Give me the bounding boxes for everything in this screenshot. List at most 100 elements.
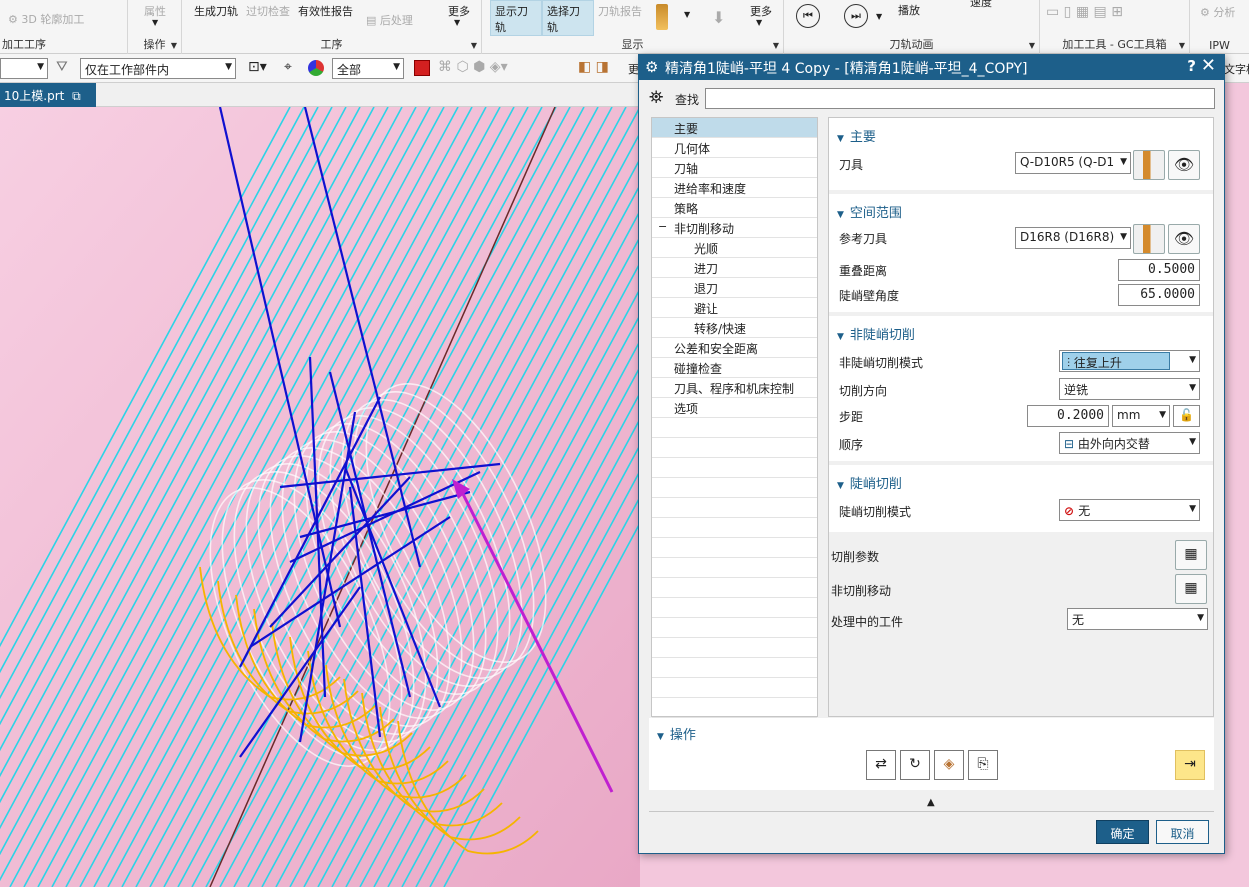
steep-header[interactable]: ▼ 陡峭切削 [837,473,902,492]
tree-item[interactable]: 转移/快速 [652,318,817,338]
verify-icon[interactable]: ◈ [934,750,964,780]
cube-icon[interactable]: ◧ ◨ [578,59,609,75]
tree-item[interactable]: 进给率和速度 [652,178,817,198]
replay-icon[interactable]: ↻ [900,750,930,780]
nonsteep-header[interactable]: ▼ 非陡峭切削 [837,324,915,343]
select-toolpath-button[interactable]: 选择刀轨 [542,0,594,36]
tree-item[interactable]: 刀轴 [652,158,817,178]
ribbon-group-operation-tools: 生成刀轨 过切检查 有效性报告 ▤ 后处理 更多 ▼ 工序 ▼ [182,0,482,54]
cancel-button[interactable]: 取消 [1156,820,1209,844]
sequence-select[interactable]: ⊟ 由外向内交替 ▼ [1059,432,1200,454]
overlap-input[interactable]: 0.5000 [1118,259,1200,281]
cut-direction-select[interactable]: 逆铣 ▼ [1059,378,1200,400]
gc-tool-icon[interactable]: ▭ ▯ ▦ ▤ ⊞ [1046,4,1123,20]
tree-item[interactable]: 刀具、程序和机床控制 [652,378,817,398]
step-forward-icon[interactable]: ⏭ [844,4,868,28]
navigation-tree: 主要 几何体 刀轴 进给率和速度 策略 非切削移动 − 光顺 进刀 退刀 避让 转移/快速 公差和安全距… [651,117,818,718]
tool-select[interactable]: Q-D10R5 (Q-D1 ▼ [1015,152,1131,174]
tree-item[interactable]: 退刀 [652,278,817,298]
step-back-icon[interactable]: ⏮ [796,4,820,28]
play-button[interactable]: 播放 [898,2,920,18]
selection-filter-select[interactable]: ▼ [0,58,48,79]
generate-toolpath-button[interactable]: 生成刀轨 [194,3,238,19]
nonsteep-mode-select[interactable]: ⫶ 往复上升 ▼ [1059,350,1200,372]
postprocess-button[interactable]: ▤ 后处理 [366,12,413,28]
tree-empty-row [652,638,817,658]
help-icon[interactable]: ? [1187,57,1196,75]
snap-icon[interactable]: ⊡▾ [248,59,267,75]
ribbon-group-gc-toolbox: ▭ ▯ ▦ ▤ ⊞ 加工工具 - GC工具箱 ▼ [1040,0,1190,54]
tree-item[interactable]: 避让 [652,298,817,318]
tree-empty-row [652,438,817,458]
filter-icon[interactable]: ⛛ [56,59,68,75]
show-ref-tool-icon[interactable]: 👁 [1168,224,1200,254]
scope-filter-select[interactable]: 仅在工作部件内 ▼ [80,58,236,79]
type-filter-select[interactable]: 全部 ▼ [332,58,404,79]
list-icon[interactable]: ⎘ [968,750,998,780]
group-expand-icon[interactable]: ▼ [1029,41,1035,50]
ref-tool-select[interactable]: D16R8 (D16R8) ▼ [1015,227,1131,249]
tree-item[interactable]: 光顺 [652,238,817,258]
tree-item[interactable]: 非切削移动 − [652,218,817,238]
more-button[interactable]: 更多 [448,3,470,19]
tree-item[interactable]: 策略 [652,198,817,218]
stepover-unit-select[interactable]: mm ▼ [1112,405,1170,427]
validity-report-button[interactable]: 有效性报告 [298,3,353,19]
generate-icon[interactable]: ⇄ [866,750,896,780]
collapse-icon[interactable]: ▲ [927,797,935,808]
contour-3d-button[interactable]: ⚙ 3D 轮廓加工 [8,11,84,27]
cut-params-icon[interactable]: ▦ [1175,540,1207,570]
graphics-viewport[interactable] [0,107,640,887]
tab-popout-icon[interactable]: ⧉ [72,89,81,103]
document-tab[interactable]: 10上模.prt ⧉ ✕ [0,83,96,118]
steep-angle-input[interactable]: 65.0000 [1118,284,1200,306]
properties-dropdown-icon[interactable]: ▼ [152,18,158,27]
snap-tools-icon[interactable]: ⌘ ⬡ ⬢ ◈▾ [438,59,508,75]
main-section-header[interactable]: ▼ 主要 [837,126,876,145]
analysis-button[interactable]: ⚙ 分析 [1200,4,1235,20]
color-wheel-icon[interactable] [308,60,324,76]
color-swatch-icon[interactable] [414,60,430,76]
group-expand-icon[interactable]: ▼ [171,41,177,50]
group-expand-icon[interactable]: ▼ [773,41,779,50]
stepover-input[interactable]: 0.2000 [1027,405,1109,427]
new-tool-icon[interactable] [1133,150,1165,180]
overcut-check-button[interactable]: 过切检查 [246,3,290,19]
tool-icon[interactable] [656,4,668,30]
more-dropdown-icon[interactable]: ▼ [756,18,762,27]
more-dropdown-icon[interactable]: ▼ [454,18,460,27]
ipw-select[interactable]: 无 ▼ [1067,608,1208,630]
ribbon: ⚙ 3D 轮廓加工 加工工序 属性 ▼ 操作 ▼ 生成刀轨 过切检查 有效性报告… [0,0,1249,54]
tree-item[interactable]: 主要 [652,118,817,138]
dialog-title-bar[interactable]: ⚙ 精清角1陡峭-平坦 4 Copy - [精清角1陡峭-平坦_4_COPY] … [639,55,1224,80]
tree-collapse-icon[interactable]: − [658,220,667,233]
tree-item[interactable]: 几何体 [652,138,817,158]
noncut-moves-icon[interactable]: ▦ [1175,574,1207,604]
tree-item[interactable]: 公差和安全距离 [652,338,817,358]
step-dropdown-icon[interactable]: ▼ [876,12,882,21]
group-expand-icon[interactable]: ▼ [1179,41,1185,50]
tool-dropdown-icon[interactable]: ▼ [684,10,690,19]
find-input[interactable] [705,88,1215,109]
magnet-icon[interactable]: ⌖ [284,59,292,75]
tree-item[interactable]: 进刀 [652,258,817,278]
show-toolpath-button[interactable]: 显示刀轨 [490,0,542,36]
toolpath-report-button[interactable]: 刀轨报告 [598,3,642,19]
more-button[interactable]: 更多 [750,3,772,19]
properties-button[interactable]: 属性 [144,3,166,19]
steep-mode-select[interactable]: ⊘ 无 ▼ [1059,499,1200,521]
lock-icon[interactable]: 🔓 [1173,405,1200,427]
noncut-moves-label: 非切削移动 [831,584,892,598]
down-arrow-icon[interactable]: ⬇ [712,8,725,27]
tree-item[interactable]: 选项 [652,398,817,418]
tree-item[interactable]: 碰撞检查 [652,358,817,378]
ok-button[interactable]: 确定 [1096,820,1149,844]
find-row: ⛯ 查找 [649,87,1216,111]
new-ref-tool-icon[interactable] [1133,224,1165,254]
actions-header[interactable]: ▼ 操作 [657,724,696,743]
close-icon[interactable]: ✕ [1201,55,1216,76]
highlight-icon[interactable]: ⇥ [1175,750,1205,780]
show-tool-icon[interactable]: 👁 [1168,150,1200,180]
group-expand-icon[interactable]: ▼ [471,41,477,50]
space-range-header[interactable]: ▼ 空间范围 [837,202,902,221]
